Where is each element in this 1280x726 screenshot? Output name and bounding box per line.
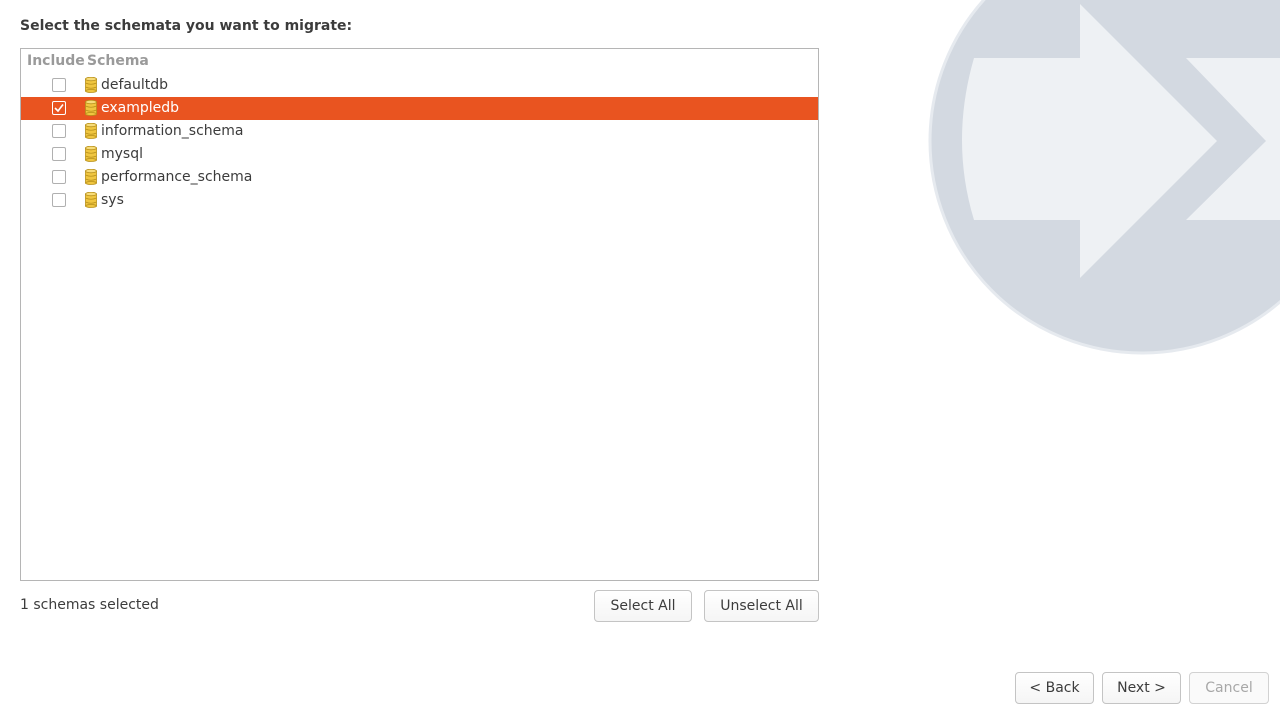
schema-column-header[interactable]: Schema (87, 53, 149, 69)
include-checkbox[interactable] (52, 124, 66, 138)
back-button[interactable]: < Back (1015, 672, 1094, 704)
migration-wizard-page: Select the schemata you want to migrate:… (0, 0, 1280, 726)
schema-row[interactable]: mysql (21, 143, 818, 166)
schema-label: sys (101, 192, 124, 208)
schema-row[interactable]: information_schema (21, 120, 818, 143)
schema-label: defaultdb (101, 77, 169, 93)
database-icon (85, 191, 97, 208)
schema-row[interactable]: defaultdb (21, 74, 818, 97)
database-icon (85, 168, 97, 185)
page-heading: Select the schemata you want to migrate: (20, 18, 353, 34)
include-column-header[interactable]: Include (27, 53, 85, 69)
database-icon (85, 99, 97, 116)
selection-status: 1 schemas selected (20, 597, 159, 613)
database-icon (85, 122, 97, 139)
include-checkbox[interactable] (52, 147, 66, 161)
checkmark-icon (54, 104, 64, 113)
include-checkbox[interactable] (52, 78, 66, 92)
database-icon (85, 145, 97, 162)
schema-tree[interactable]: Include Schema defaultdb exampledb informa… (20, 48, 819, 581)
schema-row[interactable]: performance_schema (21, 166, 818, 189)
include-checkbox[interactable] (52, 170, 66, 184)
schema-label: information_schema (101, 123, 244, 139)
include-checkbox[interactable] (52, 193, 66, 207)
unselect-all-button[interactable]: Unselect All (704, 590, 819, 622)
include-checkbox[interactable] (52, 101, 66, 115)
tree-header: Include Schema (21, 49, 818, 73)
cancel-button[interactable]: Cancel (1189, 672, 1269, 704)
database-icon (85, 76, 97, 93)
schema-row[interactable]: sys (21, 189, 818, 212)
select-all-button[interactable]: Select All (594, 590, 692, 622)
schema-row[interactable]: exampledb (21, 97, 818, 120)
schema-label: exampledb (101, 100, 180, 116)
next-button[interactable]: Next > (1102, 672, 1181, 704)
schema-label: performance_schema (101, 169, 253, 185)
schema-label: mysql (101, 146, 143, 162)
